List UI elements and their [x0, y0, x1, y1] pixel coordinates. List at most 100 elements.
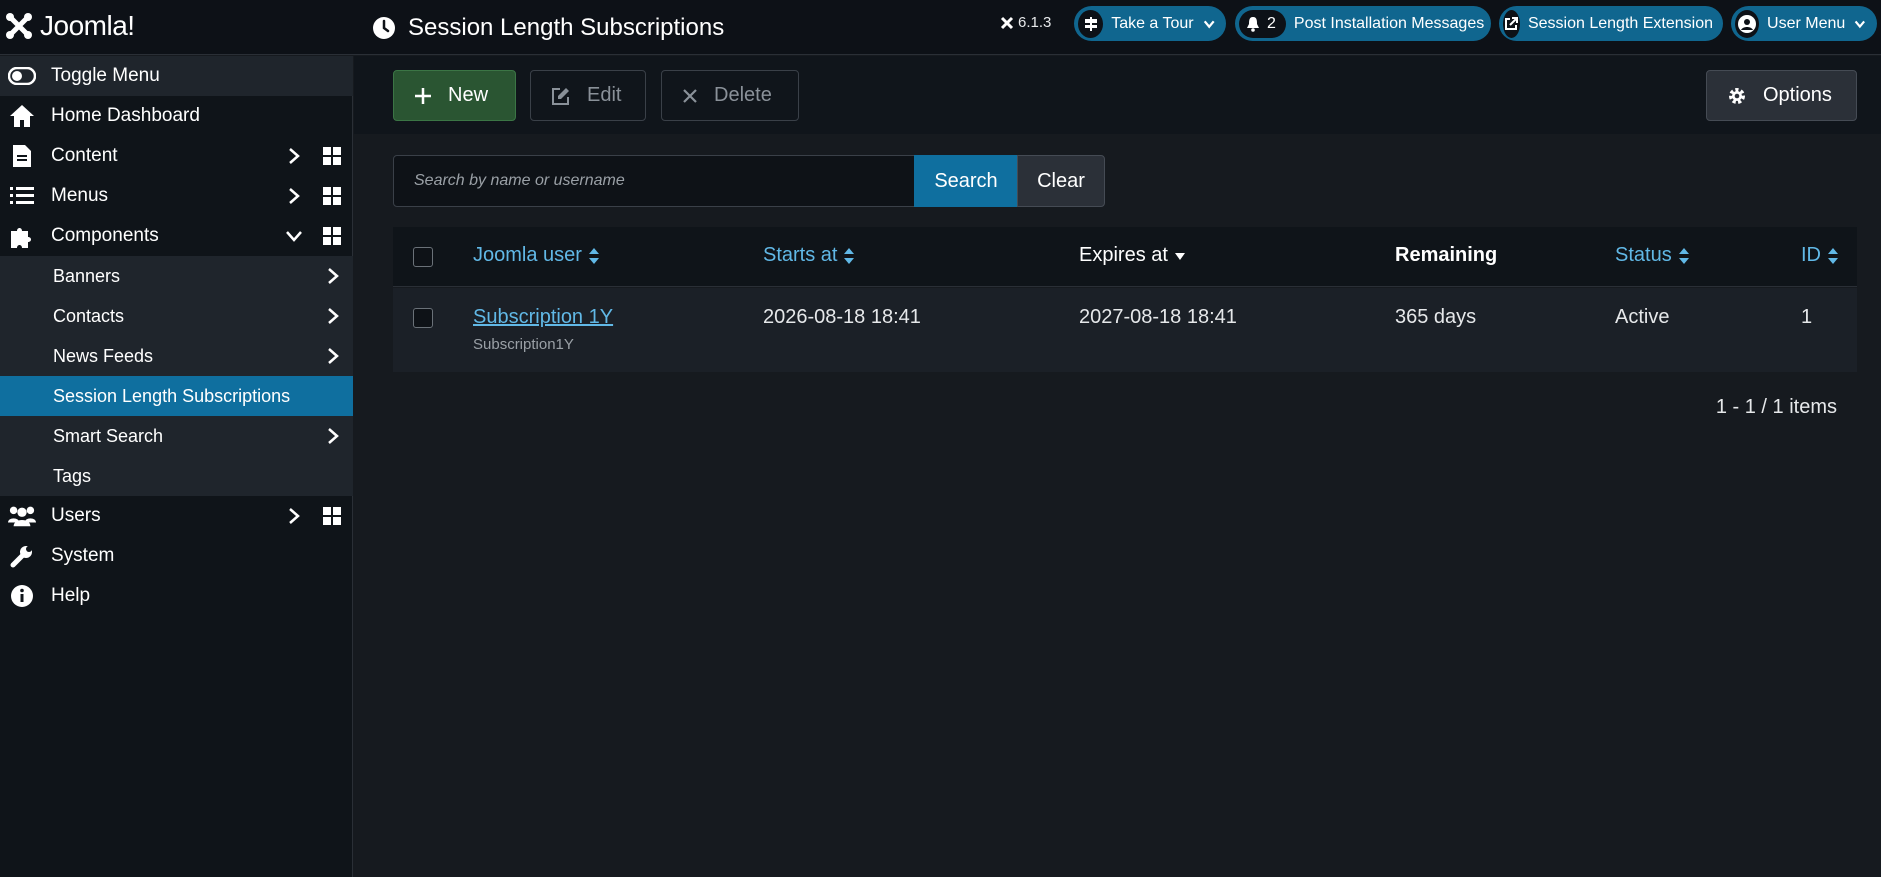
- sidebar-item-label: Content: [51, 145, 118, 166]
- options-button[interactable]: Options: [1706, 70, 1857, 121]
- sidebar-item-label: Users: [51, 505, 101, 526]
- notification-count: 2: [1267, 14, 1276, 32]
- id-cell: 1: [1801, 306, 1813, 328]
- chevron-right-icon[interactable]: [323, 426, 343, 446]
- notification-count-badge: 2: [1239, 9, 1286, 38]
- sidebar-item-label: Contacts: [53, 305, 125, 326]
- sidebar-subitem-session-length-subscriptions[interactable]: Session Length Subscriptions: [0, 376, 353, 416]
- chevron-right-icon[interactable]: [323, 346, 343, 366]
- sort-desc-icon: [1174, 252, 1185, 260]
- logo-text: Joomla!: [40, 10, 135, 41]
- sidebar-subitem-news-feeds[interactable]: News Feeds: [0, 336, 353, 376]
- dashboard-grid-icon[interactable]: [323, 187, 341, 205]
- search-button[interactable]: Search: [914, 155, 1018, 207]
- sidebar-item-label: System: [51, 545, 115, 566]
- joomla-small-icon: [1000, 16, 1014, 29]
- column-header-joomla-user[interactable]: Joomla user: [473, 244, 600, 267]
- options-button-label: Options: [1763, 84, 1832, 106]
- sidebar-item-components[interactable]: Components: [0, 216, 353, 256]
- sort-icon: [844, 247, 855, 264]
- chevron-down-icon: [1855, 20, 1866, 28]
- username-text: Subscription1Y: [473, 336, 574, 353]
- top-header: Joomla! Session Length Subscriptions 6.1…: [0, 0, 1881, 55]
- sidebar-item-label: Session Length Subscriptions: [53, 385, 291, 406]
- sidebar-subitem-banners[interactable]: Banners: [0, 256, 353, 296]
- clear-button[interactable]: Clear: [1017, 155, 1105, 207]
- search-input[interactable]: Search by name or username: [393, 155, 915, 207]
- sidebar-item-label: Tags: [53, 465, 92, 486]
- dashboard-grid-icon[interactable]: [323, 227, 341, 245]
- edit-button[interactable]: Edit: [530, 70, 646, 121]
- chevron-down-icon[interactable]: [284, 226, 304, 246]
- sidebar-item-home-dashboard[interactable]: Home Dashboard: [0, 96, 353, 136]
- signpost-icon: [1078, 9, 1104, 38]
- sidebar-item-menus[interactable]: Menus: [0, 176, 353, 216]
- column-label: ID: [1801, 244, 1821, 266]
- column-label: Expires at: [1079, 244, 1168, 266]
- sidebar-subitem-smart-search[interactable]: Smart Search: [0, 416, 353, 456]
- session-length-extension-link[interactable]: Session Length Extension: [1499, 6, 1723, 41]
- sidebar-item-label: Components: [51, 225, 159, 246]
- column-header-id[interactable]: ID: [1801, 244, 1839, 267]
- toggle-menu[interactable]: Toggle Menu: [0, 56, 353, 96]
- plus-icon: [415, 87, 431, 104]
- delete-button-label: Delete: [714, 84, 772, 106]
- starts-at-cell: 2026-08-18 18:41: [763, 306, 921, 328]
- table-row: Subscription 1Y Subscription1Y 2026-08-1…: [393, 288, 1857, 372]
- sidebar-item-label: Menus: [51, 185, 109, 206]
- edit-button-label: Edit: [587, 84, 622, 106]
- pagination-summary: 1 - 1 / 1 items: [1715, 396, 1837, 418]
- subscription-link[interactable]: Subscription 1Y: [473, 306, 613, 329]
- user-menu-button[interactable]: User Menu: [1731, 6, 1877, 41]
- extension-link-label: Session Length Extension: [1527, 14, 1713, 32]
- list-icon: [8, 182, 36, 210]
- edit-icon: [552, 87, 569, 105]
- version-text: 6.1.3: [1018, 14, 1052, 31]
- sidebar-subitem-contacts[interactable]: Contacts: [0, 296, 353, 336]
- new-button[interactable]: New: [393, 70, 516, 121]
- expires-at-cell: 2027-08-18 18:41: [1079, 306, 1237, 328]
- column-header-starts-at[interactable]: Starts at: [763, 244, 855, 267]
- external-link-icon: [1503, 9, 1520, 38]
- clock-icon: [373, 17, 395, 39]
- joomla-logo[interactable]: Joomla!: [4, 6, 135, 46]
- toggle-menu-label: Toggle Menu: [51, 65, 160, 86]
- table-header: Joomla user Starts at Expires at Remaini…: [393, 227, 1857, 287]
- sidebar-item-label: Banners: [53, 265, 121, 286]
- take-tour-button[interactable]: Take a Tour: [1074, 6, 1226, 41]
- column-label: Remaining: [1395, 244, 1498, 266]
- select-all-checkbox[interactable]: [413, 247, 433, 267]
- row-checkbox[interactable]: [413, 308, 433, 328]
- chevron-right-icon[interactable]: [284, 186, 304, 206]
- sort-icon: [588, 247, 599, 264]
- bell-icon: [1247, 16, 1259, 32]
- page-title: Session Length Subscriptions: [408, 14, 725, 41]
- sidebar-item-label: Smart Search: [53, 425, 164, 446]
- chevron-right-icon[interactable]: [284, 146, 304, 166]
- dashboard-grid-icon[interactable]: [323, 147, 341, 165]
- chevron-right-icon[interactable]: [323, 266, 343, 286]
- chevron-right-icon[interactable]: [284, 506, 304, 526]
- column-header-expires-at[interactable]: Expires at: [1079, 244, 1186, 267]
- sidebar-subitem-tags[interactable]: Tags: [0, 456, 353, 496]
- user-circle-icon: [1735, 9, 1760, 38]
- sidebar-item-users[interactable]: Users: [0, 496, 353, 536]
- column-label: Joomla user: [473, 244, 582, 266]
- post-installation-messages-button[interactable]: 2 Post Installation Messages: [1235, 6, 1491, 41]
- version-badge: 6.1.3: [1000, 14, 1051, 31]
- column-header-remaining: Remaining: [1395, 244, 1497, 267]
- dashboard-grid-icon[interactable]: [323, 507, 341, 525]
- sidebar-item-content[interactable]: Content: [0, 136, 353, 176]
- column-header-status[interactable]: Status: [1615, 244, 1690, 267]
- sidebar-item-label: Home Dashboard: [51, 105, 200, 126]
- info-icon: [8, 582, 36, 610]
- sidebar-item-help[interactable]: Help: [0, 576, 353, 616]
- delete-button[interactable]: Delete: [661, 70, 799, 121]
- sidebar-item-system[interactable]: System: [0, 536, 353, 576]
- users-icon: [8, 502, 36, 530]
- gear-icon: [1729, 87, 1745, 104]
- remaining-cell: 365 days: [1395, 306, 1477, 328]
- chevron-right-icon[interactable]: [323, 306, 343, 326]
- user-menu-label: User Menu: [1767, 14, 1846, 32]
- file-icon: [8, 142, 36, 170]
